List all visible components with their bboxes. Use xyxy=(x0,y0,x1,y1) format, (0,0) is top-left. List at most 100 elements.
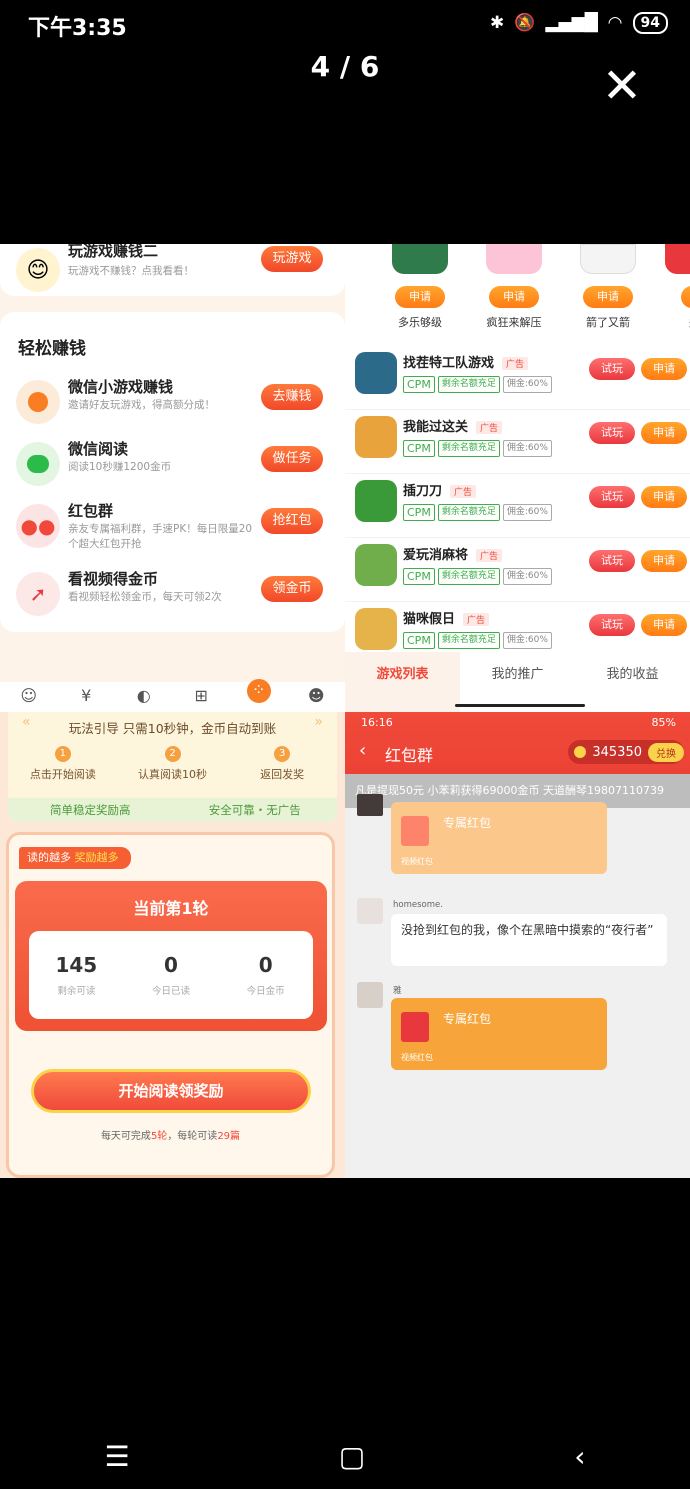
list-item: ●● 红包群 亲友专属福利群，手速PK！每日限量20个超大红包开抢 抢红包 xyxy=(16,498,331,558)
try-button[interactable]: 试玩 xyxy=(589,358,635,380)
game-row: 插刀刀 广告 CPM 剩余名额充足 佣金:60% 试玩 申请 xyxy=(345,474,690,538)
sender-name: 雅 xyxy=(393,986,402,996)
group-header: 16:16 85% ‹ 红包群 345350 兑换 xyxy=(345,712,690,774)
redpacket-title: 专属红包 xyxy=(443,816,492,830)
image-counter: 4 / 6 xyxy=(310,50,380,83)
collage-image: 😊 玩游戏赚钱二 玩游戏不赚钱？点我看看！ 玩游戏 轻松赚钱 微信小游戏赚钱 邀… xyxy=(0,244,690,1178)
avatar xyxy=(357,794,383,816)
section-title: 轻松赚钱 xyxy=(18,339,86,359)
smile-face-icon[interactable]: ☻ xyxy=(304,685,328,709)
exchange-button[interactable]: 兑换 xyxy=(648,742,684,762)
yen-icon[interactable]: ¥ xyxy=(74,685,98,709)
apply-button[interactable]: 申请 xyxy=(641,614,687,636)
apply-button[interactable]: 申请 xyxy=(641,358,687,380)
stat-value: 145 xyxy=(55,953,98,977)
claim-coins-button[interactable]: 领金币 xyxy=(261,576,323,602)
try-button[interactable]: 试玩 xyxy=(589,614,635,636)
row-title: 微信小游戏赚钱 xyxy=(68,378,174,396)
badge: 读的越多 奖励越多 xyxy=(19,847,131,869)
back-icon[interactable]: ‹ xyxy=(574,1440,585,1489)
game-icon xyxy=(355,416,397,458)
quota-tag: 剩余名额充足 xyxy=(437,568,500,585)
row-subtitle: 看视频轻松领金币，每天可领2次 xyxy=(68,591,222,603)
game-icon xyxy=(355,544,397,586)
commission-tag: 佣金:60% xyxy=(502,376,552,393)
game-name-wrap: 猫咪假日 广告 xyxy=(403,608,490,627)
game-name-wrap: 我能过这关 广告 xyxy=(403,416,503,435)
try-button[interactable]: 试玩 xyxy=(589,550,635,572)
back-arrow-icon[interactable]: ‹ xyxy=(359,740,366,761)
wechat-icon xyxy=(16,442,60,486)
apply-button[interactable]: 申请 xyxy=(395,286,445,308)
quota-tag: 剩余名额充足 xyxy=(437,632,500,649)
app-name: 多 xyxy=(649,314,690,330)
inner-battery: 85% xyxy=(651,716,676,729)
close-icon[interactable]: ✕ xyxy=(600,62,644,110)
read-panel: « 玩法引导 只需10秒钟，金币自动到账 » 1 点击开始阅读 2 认真阅读10… xyxy=(0,712,345,1178)
app-thumbnail xyxy=(486,244,542,274)
redpacket-subtitle: 视频红包 xyxy=(401,1053,433,1062)
chevron-right-icon: » xyxy=(314,714,323,730)
apps-icon[interactable]: ⁘ xyxy=(246,679,271,703)
palette-icon[interactable]: ◐ xyxy=(132,685,156,709)
list-item: 微信阅读 阅读10秒赚1200金币 做任务 xyxy=(16,436,331,496)
ad-badge: 广告 xyxy=(476,421,503,434)
tab-my-earnings[interactable]: 我的收益 xyxy=(575,652,690,712)
redpacket-group-panel: 16:16 85% ‹ 红包群 345350 兑换 凡是提现50元 小苯莉获得6… xyxy=(345,712,690,1178)
list-item: 😊 玩游戏赚钱二 玩游戏不赚钱？点我看看！ 玩游戏 xyxy=(16,244,331,302)
menu-icon[interactable]: ☰ xyxy=(105,1440,130,1489)
apply-button[interactable]: 申请 xyxy=(641,422,687,444)
game-tags: CPM 剩余名额充足 佣金:60% xyxy=(403,376,552,393)
try-button[interactable]: 试玩 xyxy=(589,422,635,444)
face-icon[interactable]: ☺ xyxy=(17,685,41,709)
gift-icon[interactable]: ⊞ xyxy=(189,685,213,709)
apply-button[interactable]: 申请 xyxy=(489,286,539,308)
cpm-tag: CPM xyxy=(403,632,435,649)
game-tags: CPM 剩余名额充足 佣金:60% xyxy=(403,568,552,585)
grab-redpacket-button[interactable]: 抢红包 xyxy=(261,508,323,534)
game-tags: CPM 剩余名额充足 佣金:60% xyxy=(403,632,552,649)
cpm-tag: CPM xyxy=(403,568,435,585)
play-game-button[interactable]: 玩游戏 xyxy=(261,246,323,272)
bluetooth-icon: ✱ xyxy=(489,13,505,33)
redpacket-message[interactable]: 专属红包 视频红包 xyxy=(391,998,607,1070)
step-item: 1 点击开始阅读 xyxy=(8,746,118,790)
game-tags: CPM 剩余名额充足 佣金:60% xyxy=(403,440,552,457)
stat-label: 剩余可读 xyxy=(57,986,96,997)
badge-highlight: 奖励越多 xyxy=(74,851,119,864)
step-number: 3 xyxy=(274,746,291,762)
apply-button[interactable]: 申 xyxy=(681,286,690,308)
sender-name: homesome. xyxy=(393,900,443,910)
apply-button[interactable]: 申请 xyxy=(583,286,633,308)
apply-button[interactable]: 申请 xyxy=(641,550,687,572)
game-row: 爱玩消麻将 广告 CPM 剩余名额充足 佣金:60% 试玩 申请 xyxy=(345,538,690,602)
game-row: 我能过这关 广告 CPM 剩余名额充足 佣金:60% 试玩 申请 xyxy=(345,410,690,474)
row-title: 看视频得金币 xyxy=(68,570,159,588)
ad-badge: 广告 xyxy=(502,357,529,370)
try-button[interactable]: 试玩 xyxy=(589,486,635,508)
step-item: 3 返回发奖 xyxy=(227,746,337,790)
ad-badge: 广告 xyxy=(476,549,503,562)
footer-note: 每天可完成5轮，每轮可读29篇 xyxy=(9,1127,332,1142)
start-reading-button[interactable]: 开始阅读领奖励 xyxy=(31,1069,311,1113)
game-tabs: 游戏列表 我的推广 我的收益 xyxy=(345,652,690,712)
tab-game-list[interactable]: 游戏列表 xyxy=(345,652,460,712)
step-label: 返回发奖 xyxy=(260,768,305,781)
task-button[interactable]: 做任务 xyxy=(261,446,323,472)
apply-button[interactable]: 申请 xyxy=(641,486,687,508)
home-icon[interactable]: ▢ xyxy=(339,1440,365,1489)
game-name: 猫咪假日 xyxy=(403,612,456,627)
earn-button[interactable]: 去赚钱 xyxy=(261,384,323,410)
group-icon: ●● xyxy=(16,504,60,548)
stat-item: 0 今日金币 xyxy=(218,931,313,1019)
row-title: 红包群 xyxy=(68,502,114,520)
step-label: 认真阅读10秒 xyxy=(138,768,207,781)
redpacket-message[interactable]: 专属红包 视频红包 xyxy=(391,802,607,874)
row-subtitle: 邀请好友玩游戏，得高额分成！ xyxy=(68,399,215,411)
stat-item: 145 剩余可读 xyxy=(29,931,124,1019)
redpacket-icon xyxy=(401,1012,429,1042)
steps-row: 1 点击开始阅读 2 认真阅读10秒 3 返回发奖 xyxy=(8,746,337,790)
game-name: 找茬特工队游戏 xyxy=(403,356,495,371)
list-item: ➚ 看视频得金币 看视频轻松领金币，每天可领2次 领金币 xyxy=(16,566,331,626)
tab-my-promotion[interactable]: 我的推广 xyxy=(460,652,575,712)
